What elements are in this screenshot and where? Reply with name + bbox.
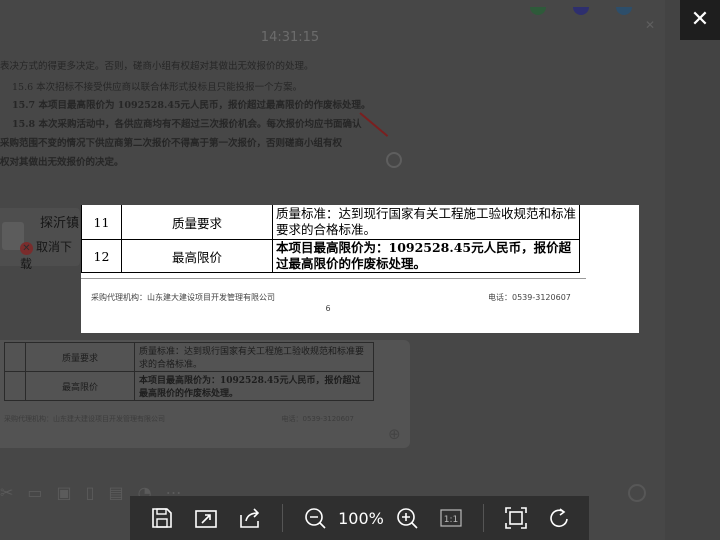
table-row: 11 质量要求 质量标准：达到现行国家有关工程施工验收规范和标准要求的合格标准。 (81, 205, 580, 240)
open-external-button[interactable] (188, 500, 224, 536)
background-card-footer: 采购代理机构：山东建大建设项目开发管理有限公司 电话：0539-3120607 (4, 414, 354, 424)
row-item: 质量要求 (121, 205, 273, 240)
document-table: 11 质量要求 质量标准：达到现行国家有关工程施工验收规范和标准要求的合格标准。… (81, 205, 580, 273)
row-description: 质量标准：达到现行国家有关工程施工验收规范和标准要求的合格标准。 (272, 205, 580, 240)
background-header-icons (530, 0, 660, 15)
doc-icon: ▤ (108, 483, 124, 502)
zoom-in-icon (397, 508, 418, 529)
zoom-in-icon (386, 152, 402, 168)
toolbar-divider (282, 504, 283, 532)
file-download-card[interactable]: 探沂镇 ✕ 取消下载 (0, 208, 80, 271)
viewer-toolbar: 100% 1:1 (130, 496, 589, 540)
actual-size-label: 1:1 (444, 515, 458, 525)
page-number: 6 (325, 304, 331, 313)
rotate-button[interactable] (542, 500, 578, 536)
table-row: 12 最高限价 本项目最高限价为：1092528.45元人民币，报价超过最高限价… (81, 239, 580, 273)
image-message-card[interactable]: 质量要求 质量标准：达到现行国家有关工程施工验收规范和标准要求的合格标准。 最高… (0, 340, 410, 448)
save-icon (152, 508, 172, 528)
viewed-document-image: 11 质量要求 质量标准：达到现行国家有关工程施工验收规范和标准要求的合格标准。… (81, 205, 639, 333)
share-button[interactable] (232, 500, 268, 536)
cancel-download-link[interactable]: ✕ 取消下载 (20, 238, 80, 272)
zoom-out-icon (305, 508, 326, 529)
history-clock-icon (628, 484, 646, 502)
viewer-close-button[interactable]: ✕ (680, 0, 720, 40)
image-icon: ▣ (56, 483, 72, 502)
footer-divider (81, 278, 586, 279)
annotation-arrow (359, 112, 389, 137)
background-doc-line: 表决方式的得更多决定。否则，磋商小组有权超对其做出无效报价的处理。 (0, 61, 314, 72)
row-item: 最高限价 (121, 239, 273, 273)
background-side-panel (665, 0, 720, 540)
background-doc-line: 15.7 本项目最高限价为 1092528.45元人民币，报价超过最高限价的作废… (12, 100, 371, 111)
document-phone: 电话：0539-3120607 (488, 293, 571, 302)
video-icon (573, 7, 590, 15)
scissors-icon: ✂ (0, 483, 14, 502)
background-doc-line: 15.8 本次采购活动中，各供应商均有不超过三次报价机会。每次报价均应书面确认 (12, 119, 362, 130)
background-doc-line: 15.6 本次招标不接受供应商以联合体形式投标且只能投报一个方案。 (12, 82, 303, 93)
background-desc: 质量标准：达到现行国家有关工程施工验收规范和标准要求的合格标准。 (134, 342, 374, 372)
toolbar-divider (483, 504, 484, 532)
fit-window-button[interactable] (498, 500, 534, 536)
file-name: 探沂镇 (40, 216, 80, 231)
actual-size-icon: 1:1 (440, 509, 462, 527)
background-item: 质量要求 (25, 342, 135, 372)
rotate-icon (550, 508, 568, 528)
phone-icon: ▯ (85, 483, 95, 502)
zoom-level: 100% (338, 508, 384, 528)
background-phone: 电话：0539-3120607 (281, 415, 354, 423)
share-icon (616, 7, 633, 15)
open-external-icon (195, 510, 217, 528)
row-description: 本项目最高限价为：1092528.45元人民币，报价超过最高限价的作废标处理。 (272, 239, 580, 273)
cancel-icon: ✕ (20, 242, 33, 255)
background-close-icon: ✕ (645, 18, 656, 32)
background-agency: 采购代理机构：山东建大建设项目开发管理有限公司 (4, 415, 165, 423)
background-doc-line: 采购范围不变的情况下供应商第二次报价不得高于第一次报价，否则磋商小组有权 (0, 138, 343, 149)
message-timestamp: 14:31:15 (260, 30, 320, 45)
phone-icon (530, 7, 546, 15)
zoom-out-button[interactable] (297, 500, 333, 536)
fit-window-icon (505, 507, 527, 529)
zoom-in-icon: ⊕ (388, 425, 401, 443)
share-icon (240, 508, 260, 528)
zoom-in-button[interactable] (389, 500, 425, 536)
background-item: 最高限价 (25, 371, 135, 401)
background-doc-line: 权对其做出无效报价的决定。 (0, 157, 124, 168)
folder-icon: ▭ (27, 483, 43, 502)
row-number: 11 (81, 205, 122, 240)
background-desc: 本项目最高限价为：1092528.45元人民币，报价超过最高限价的作废标处理。 (134, 371, 374, 401)
document-agency: 采购代理机构：山东建大建设项目开发管理有限公司 (91, 293, 275, 302)
actual-size-button[interactable]: 1:1 (433, 500, 469, 536)
background-table: 质量要求 质量标准：达到现行国家有关工程施工验收规范和标准要求的合格标准。 最高… (4, 342, 374, 401)
row-number: 12 (81, 239, 122, 273)
save-button[interactable] (144, 500, 180, 536)
